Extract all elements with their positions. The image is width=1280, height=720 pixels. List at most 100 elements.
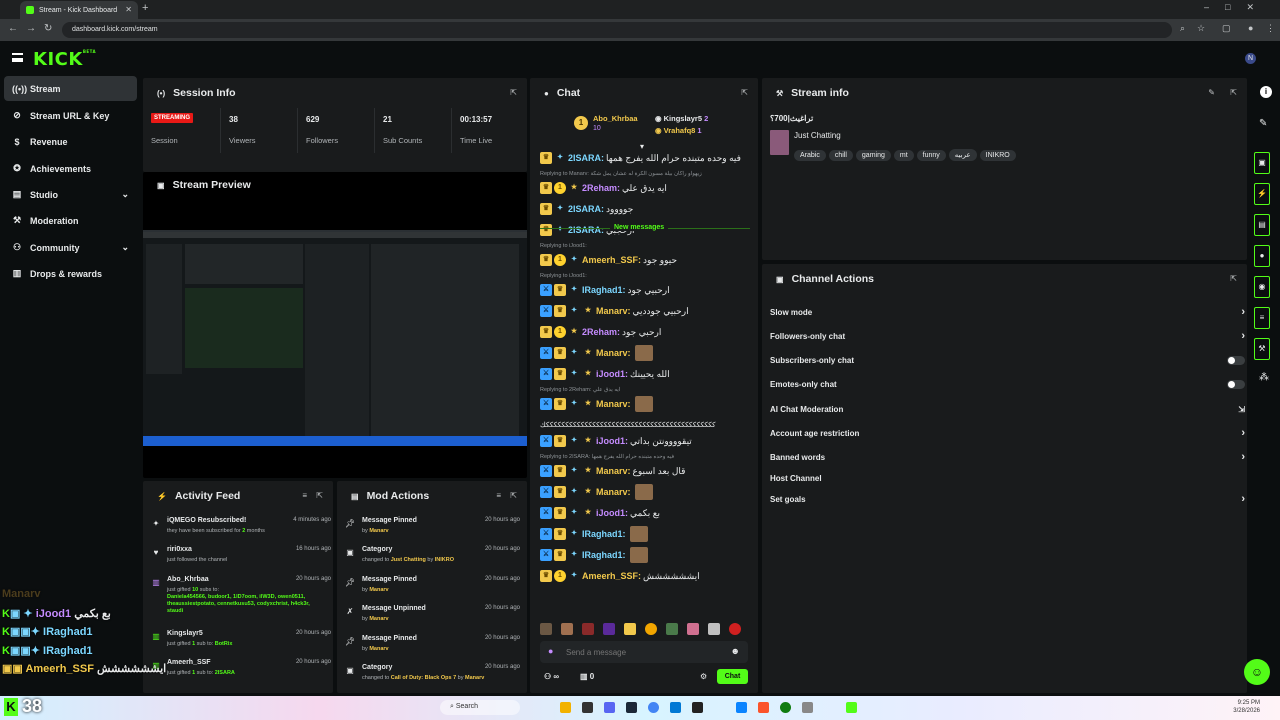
rail-broadcast-icon[interactable]: ◉ — [1254, 276, 1270, 298]
emote-7[interactable] — [666, 623, 678, 635]
action-host-channel[interactable]: Host Channel — [770, 468, 1245, 490]
chat-username[interactable]: 2ISARA: — [568, 225, 604, 235]
tag[interactable]: chill — [828, 150, 853, 161]
window-controls[interactable]: –□✕ — [1204, 2, 1270, 13]
support-chat-icon[interactable]: ☺ — [1244, 659, 1270, 685]
reply-context[interactable]: Replying to 2Reham: ايه يدق علي — [540, 387, 620, 393]
sidebar-item-community[interactable]: ⚇ Community ⌄ — [4, 235, 137, 260]
rail-wrench-icon[interactable]: ⚒ — [1254, 338, 1270, 360]
emote-9[interactable] — [708, 623, 720, 635]
chat-message[interactable]: ♛ ✦ 2ISARA: فيه وحده متبنده حرام الله يفرج… — [540, 150, 750, 166]
tag[interactable]: mt — [893, 150, 914, 161]
chat-message[interactable]: ⚔ ♛ ✦ ★ Manarv: قال بعد اسبوع — [540, 463, 750, 479]
steam-icon[interactable] — [626, 702, 637, 713]
popout-icon[interactable]: ⇱ — [741, 88, 748, 97]
stream-preview-video[interactable] — [143, 230, 527, 446]
popout-icon[interactable]: ⇱ — [1230, 88, 1237, 97]
chat-message[interactable]: ♛ 1 ✦ Ameerh_SSF: حيوو جود — [540, 252, 750, 268]
chat-username[interactable]: Manarv: — [596, 348, 631, 358]
zoom-icon[interactable]: ⌕ — [1180, 23, 1185, 34]
chat-username[interactable]: IRaghad1: — [582, 529, 626, 539]
filter-icon[interactable]: ≡ — [302, 491, 307, 500]
channel-points[interactable]: ▥ 0 — [580, 672, 594, 681]
emote-1[interactable] — [540, 623, 552, 635]
rail-screen-icon[interactable]: ▣ — [1254, 152, 1270, 174]
reply-context[interactable]: Replying to iJood1: — [540, 273, 587, 279]
browser-tab[interactable]: Stream - Kick Dashboard ✕ — [20, 1, 138, 19]
forward-icon[interactable]: → — [26, 23, 36, 34]
edit-pencil-icon[interactable]: ✎ — [1208, 88, 1215, 97]
action-subscribers-only[interactable]: Subscribers-only chat — [770, 350, 1245, 372]
rail-list-icon[interactable]: ≡ — [1254, 307, 1270, 329]
chat-username[interactable]: Manarv: — [596, 466, 631, 476]
chat-username[interactable]: Manarv: — [596, 399, 631, 409]
discord-icon[interactable] — [604, 702, 615, 713]
chat-message[interactable]: ⚔ ♛ ✦ ★ Manarv: ارحبيي جودديي — [540, 303, 750, 319]
gifter-3[interactable]: ◉ Vrahafq8 1 — [655, 126, 702, 135]
chat-message[interactable]: ⚔ ♛ ✦ ★ iJood1: تيقوووونتن بداتي — [540, 433, 750, 449]
reply-context[interactable]: Replying to 2ISARA: فيه وحده متبنده حرام… — [540, 454, 674, 460]
action-ai-moderation[interactable]: AI Chat Moderation ⇲ — [770, 399, 1245, 421]
chat-username[interactable]: Ameerh_SSF: — [582, 571, 641, 581]
chat-username[interactable]: 2Reham: — [582, 183, 620, 193]
send-chat-button[interactable]: Chat — [717, 669, 748, 684]
tag[interactable]: Arabic — [794, 150, 826, 161]
extensions-icon[interactable]: ▢ — [1222, 23, 1231, 34]
app-icon[interactable] — [802, 702, 813, 713]
chat-message-input[interactable] — [566, 644, 716, 660]
popout-icon[interactable]: ⇱ — [316, 491, 323, 500]
emotes-only-toggle[interactable] — [1227, 380, 1245, 389]
chat-username[interactable]: Manarv: — [596, 487, 631, 497]
obs-icon[interactable] — [692, 702, 703, 713]
subscribers-only-toggle[interactable] — [1227, 356, 1245, 365]
tag[interactable]: gaming — [855, 150, 891, 161]
mic-icon[interactable]: ● — [548, 646, 553, 656]
chrome-icon[interactable] — [648, 702, 659, 713]
reply-context[interactable]: Replying to Manarv: زيهواو راكان بيلة مس… — [540, 171, 702, 177]
edit-pencil-icon[interactable]: ✎ — [1259, 118, 1267, 129]
reload-icon[interactable]: ↻ — [44, 23, 52, 34]
chat-username[interactable]: iJood1: — [596, 508, 628, 518]
emote-3[interactable] — [582, 623, 594, 635]
emote-10[interactable] — [729, 623, 741, 635]
rail-notes-icon[interactable]: ▤ — [1254, 214, 1270, 236]
close-tab-icon[interactable]: ✕ — [125, 5, 132, 14]
action-account-age[interactable]: Account age restriction › — [770, 423, 1245, 445]
taskbar-search[interactable]: ⌕ Search — [440, 700, 520, 715]
chat-username[interactable]: IRaghad1: — [582, 285, 626, 295]
sidebar-item-revenue[interactable]: $ Revenue — [4, 129, 137, 154]
kick-app-icon[interactable] — [846, 702, 857, 713]
chat-message[interactable]: ⚔ ♛ ✦ ★ Manarv: — [540, 484, 750, 500]
chat-message[interactable]: ♛ 1 ★ 2Reham: ايه يدق علي — [540, 180, 750, 196]
xbox-icon[interactable] — [780, 702, 791, 713]
chat-username[interactable]: Ameerh_SSF: — [582, 255, 641, 265]
popout-icon[interactable]: ⇱ — [1230, 274, 1237, 283]
taskbar-clock[interactable]: 9:25 PM 3/28/2026 — [1233, 699, 1260, 715]
url-field[interactable]: dashboard.kick.com/stream — [62, 22, 1172, 38]
chat-message[interactable]: ⚔ ♛ ✦ ★ Manarv: — [540, 345, 750, 361]
action-followers-only[interactable]: Followers-only chat › — [770, 326, 1245, 348]
chat-message[interactable]: ⚔ ♛ ✦ ★ iJood1: بع بكمي — [540, 505, 750, 521]
action-slow-mode[interactable]: Slow mode › — [770, 302, 1245, 324]
chat-viewers[interactable]: ⚇ ∞ — [544, 672, 559, 681]
chat-username[interactable]: 2Reham: — [582, 327, 620, 337]
hamburger-menu-icon[interactable] — [12, 53, 23, 62]
chat-username[interactable]: IRaghad1: — [582, 550, 626, 560]
popout-icon[interactable]: ⇱ — [510, 88, 517, 97]
action-emotes-only[interactable]: Emotes-only chat — [770, 374, 1245, 396]
top-gifter-name[interactable]: Abo_Khrbaa — [593, 114, 638, 123]
tag[interactable]: funny — [916, 150, 946, 161]
chat-message[interactable]: ♛ 1 ★ 2Reham: ارحبي جود — [540, 324, 750, 340]
kick-logo[interactable]: KICKBETA — [33, 49, 96, 70]
rail-apps-icon[interactable]: ⁂ — [1259, 372, 1269, 383]
chat-username[interactable]: 2ISARA: — [568, 204, 604, 214]
category-thumbnail[interactable] — [770, 130, 789, 155]
app-icon[interactable] — [736, 702, 747, 713]
brave-icon[interactable] — [758, 702, 769, 713]
app-icon[interactable] — [582, 702, 593, 713]
emote-bar[interactable] — [540, 623, 750, 637]
back-icon[interactable]: ← — [8, 23, 18, 34]
chat-username[interactable]: iJood1: — [596, 436, 628, 446]
action-banned-words[interactable]: Banned words › — [770, 447, 1245, 469]
rail-chat-icon[interactable]: ● — [1254, 245, 1270, 267]
